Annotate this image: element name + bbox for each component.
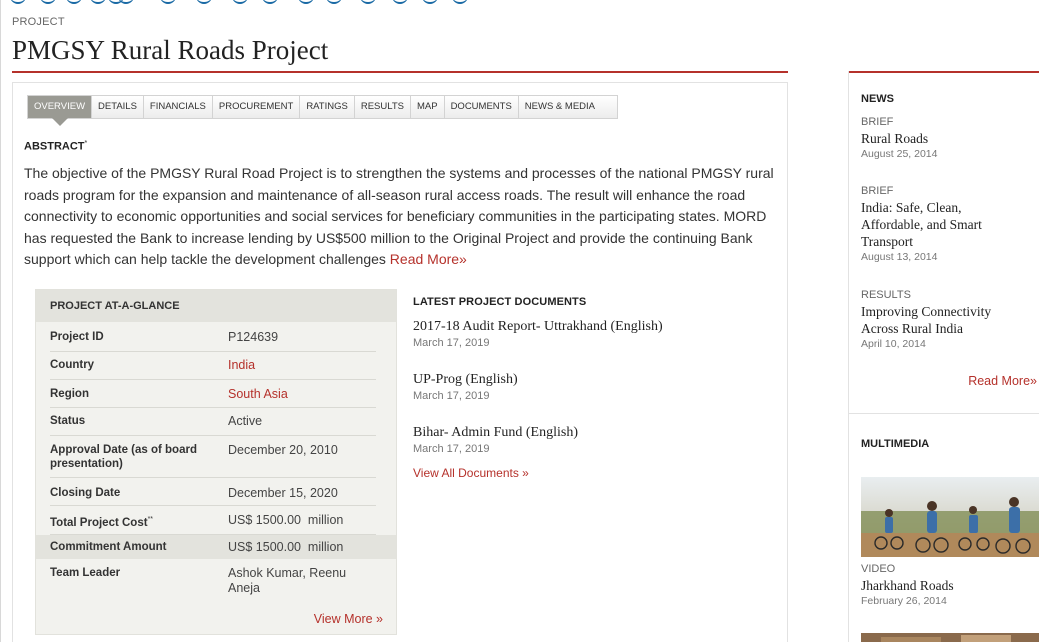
tab-procurement[interactable]: PROCUREMENT (213, 96, 301, 118)
glance-label: Total Project Cost** (50, 513, 220, 530)
news-kind: RESULTS (861, 289, 911, 301)
glance-row-total-cost: Total Project Cost** US$ 1500.00 million (50, 506, 376, 535)
glance-label: Status (50, 415, 86, 427)
glance-view-more-link[interactable]: View More » (314, 612, 383, 626)
video-date: February 26, 2014 (861, 595, 947, 607)
page-kicker: PROJECT (12, 16, 65, 28)
sidebar: NEWS BRIEF Rural Roads August 25, 2014 B… (848, 71, 1039, 642)
glance-value: December 20, 2010 (228, 443, 338, 457)
glance-label: Team Leader (50, 567, 121, 579)
glance-label: Region (50, 388, 89, 400)
news-kind: BRIEF (861, 116, 894, 128)
document-item[interactable]: UP-Prog (English) March 17, 2019 (413, 372, 518, 402)
glance-label: Closing Date (50, 487, 121, 499)
document-title[interactable]: Bihar- Admin Fund (English) (413, 425, 578, 441)
project-main-panel: OVERVIEW DETAILS FINANCIALS PROCUREMENT … (12, 82, 788, 642)
street-thumbnail-image (861, 633, 1039, 642)
glance-label: Commitment Amount (50, 541, 167, 553)
document-title[interactable]: 2017-18 Audit Report- Uttrakhand (Englis… (413, 319, 663, 335)
sidebar-divider (849, 413, 1039, 414)
project-at-a-glance: PROJECT AT-A-GLANCE Project ID P124639 C… (35, 289, 397, 635)
news-kind: BRIEF (861, 185, 894, 197)
abstract-heading-text: ABSTRACT (24, 140, 85, 153)
glance-value: US$ 1500.00 million (228, 513, 344, 527)
document-date: March 17, 2019 (413, 337, 490, 349)
cyclists-thumbnail-image (861, 477, 1039, 557)
glance-row-country: Country India (50, 352, 376, 380)
tab-news-media[interactable]: NEWS & MEDIA (519, 96, 617, 118)
glance-row-team-leader: Team Leader Ashok Kumar, Reenu Aneja (50, 559, 376, 603)
view-all-documents-link[interactable]: View All Documents » (413, 466, 529, 480)
tab-ratings[interactable]: RATINGS (300, 96, 355, 118)
document-date: March 17, 2019 (413, 443, 490, 455)
glance-row-closing-date: Closing Date December 15, 2020 (50, 478, 376, 506)
country-link[interactable]: India (228, 358, 378, 373)
tab-results[interactable]: RESULTS (355, 96, 411, 118)
title-rule (12, 71, 788, 73)
page-title: PMGSY Rural Roads Project (12, 35, 329, 65)
abstract-read-more-link[interactable]: Read More» (390, 251, 467, 267)
cost-footnote-mark: ** (147, 516, 154, 523)
tab-map[interactable]: MAP (411, 96, 445, 118)
glance-row-commitment: Commitment Amount US$ 1500.00 million (50, 535, 376, 559)
abstract-footnote-mark: * (84, 140, 88, 147)
glance-label: Project ID (50, 331, 104, 343)
news-item[interactable]: BRIEF Rural Roads August 25, 2014 (861, 116, 1036, 160)
glance-label-text: Total Project Cost (50, 516, 148, 529)
news-title[interactable]: Rural Roads (861, 130, 1036, 147)
news-title[interactable]: Improving Connectivity Across Rural Indi… (861, 303, 1031, 337)
video-kind: VIDEO (861, 563, 896, 575)
news-read-more-link[interactable]: Read More» (968, 374, 1037, 388)
news-item[interactable]: BRIEF India: Safe, Clean, Affordable, an… (861, 185, 1036, 263)
left-border (0, 0, 1, 642)
glance-label: Country (50, 359, 95, 371)
glance-value: US$ 1500.00 million (228, 540, 344, 554)
glance-value: Active (228, 414, 263, 428)
news-heading: NEWS (861, 93, 894, 105)
tab-details[interactable]: DETAILS (92, 96, 144, 118)
tab-financials[interactable]: FINANCIALS (144, 96, 213, 118)
video-item[interactable]: VIDEO Jharkhand Roads February 26, 2014 (861, 563, 1036, 607)
glance-value: December 15, 2020 (228, 486, 338, 500)
glance-row-region: Region South Asia (50, 380, 376, 408)
latest-documents-heading: LATEST PROJECT DOCUMENTS (413, 296, 587, 308)
glance-heading: PROJECT AT-A-GLANCE (36, 290, 396, 322)
tab-documents[interactable]: DOCUMENTS (445, 96, 519, 118)
second-video-thumbnail[interactable] (861, 633, 1039, 642)
glance-row-status: Status Active (50, 408, 376, 436)
tab-overview[interactable]: OVERVIEW (28, 96, 93, 126)
top-nav-sliver (0, 0, 1039, 10)
glance-value: Ashok Kumar, Reenu Aneja (228, 566, 347, 595)
glance-value: P124639 (228, 330, 279, 344)
abstract-heading: ABSTRACT* (24, 140, 87, 153)
news-title[interactable]: India: Safe, Clean, Affordable, and Smar… (861, 199, 1021, 250)
news-item[interactable]: RESULTS Improving Connectivity Across Ru… (861, 289, 1036, 350)
abstract-text: The objective of the PMGSY Rural Road Pr… (24, 163, 774, 271)
news-date: August 25, 2014 (861, 148, 938, 160)
news-date: August 13, 2014 (861, 251, 938, 263)
document-title[interactable]: UP-Prog (English) (413, 372, 518, 388)
news-date: April 10, 2014 (861, 338, 926, 350)
sidebar-rule (849, 71, 1039, 73)
multimedia-heading: MULTIMEDIA (861, 438, 930, 450)
video-thumbnail[interactable] (861, 477, 1039, 557)
region-link[interactable]: South Asia (228, 387, 378, 402)
glance-row-project-id: Project ID P124639 (50, 322, 376, 352)
project-tabs: OVERVIEW DETAILS FINANCIALS PROCUREMENT … (27, 95, 618, 126)
document-item[interactable]: 2017-18 Audit Report- Uttrakhand (Englis… (413, 319, 663, 349)
document-item[interactable]: Bihar- Admin Fund (English) March 17, 20… (413, 425, 578, 455)
glance-label: Approval Date (as of board presentation) (50, 444, 197, 470)
glance-row-approval-date: Approval Date (as of board presentation)… (50, 436, 376, 478)
video-title[interactable]: Jharkhand Roads (861, 577, 1036, 594)
document-date: March 17, 2019 (413, 390, 490, 402)
